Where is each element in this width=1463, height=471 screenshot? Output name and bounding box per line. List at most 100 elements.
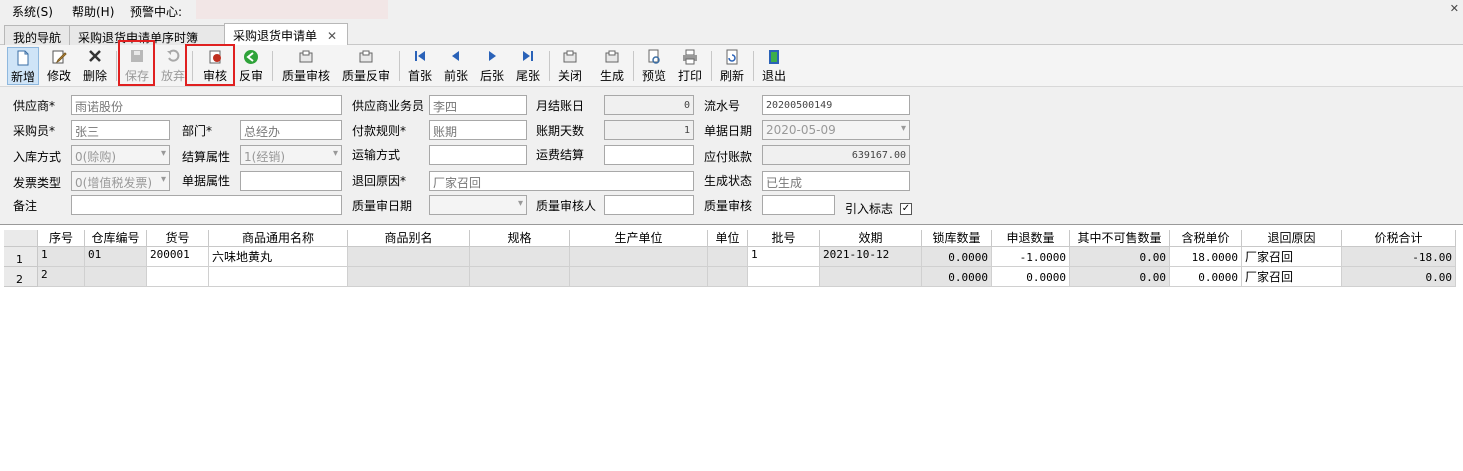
grid-cell[interactable]: 0.00 xyxy=(1342,267,1456,287)
grid-cell[interactable]: 六味地黄丸 xyxy=(209,247,348,267)
supplier-field[interactable]: 雨诺股份 xyxy=(71,95,342,115)
settle-attr-select[interactable]: 1(经销) xyxy=(240,145,342,165)
grid-cell[interactable] xyxy=(570,247,708,267)
grid-header[interactable]: 申退数量 xyxy=(992,230,1070,247)
new-document-icon xyxy=(15,50,31,66)
grid-header[interactable]: 货号 xyxy=(147,230,209,247)
quality-unaudit-button[interactable]: 质量反审 xyxy=(338,47,394,85)
quality-audit-field[interactable] xyxy=(762,195,835,215)
tab-my-navigation[interactable]: 我的导航 xyxy=(4,25,70,45)
return-reason-field[interactable]: 厂家召回 xyxy=(429,171,694,191)
grid-cell[interactable] xyxy=(147,267,209,287)
edit-button[interactable]: 修改 xyxy=(43,47,75,85)
buyer-field[interactable]: 张三 xyxy=(71,120,170,140)
quality-audit-icon xyxy=(298,49,314,65)
supplier-staff-field[interactable]: 李四 xyxy=(429,95,527,115)
grid-cell[interactable] xyxy=(348,247,470,267)
grid-cell[interactable]: 0.00 xyxy=(1070,247,1170,267)
quality-date-field[interactable] xyxy=(429,195,527,215)
tab-return-request[interactable]: 采购退货申请单 ✕ xyxy=(224,23,348,46)
grid-cell[interactable]: 0.0000 xyxy=(922,267,992,287)
preview-button[interactable]: 预览 xyxy=(638,47,670,85)
exit-button[interactable]: 退出 xyxy=(758,47,790,85)
grid-cell[interactable] xyxy=(470,247,570,267)
stock-in-method-select[interactable]: 0(赊购) xyxy=(71,145,170,165)
grid-cell[interactable] xyxy=(470,267,570,287)
first-page-icon xyxy=(412,49,428,65)
row-header[interactable]: 1 xyxy=(4,247,38,267)
freight-field[interactable] xyxy=(604,145,694,165)
grid-cell[interactable]: 0.0000 xyxy=(1170,267,1242,287)
generate-button[interactable]: 生成 xyxy=(596,47,628,85)
grid-cell[interactable] xyxy=(85,267,147,287)
supplier-staff-label: 供应商业务员 xyxy=(352,99,425,113)
grid-header[interactable]: 其中不可售数量 xyxy=(1070,230,1170,247)
grid-header[interactable]: 仓库编号 xyxy=(85,230,147,247)
delete-button[interactable]: 删除 xyxy=(79,47,111,85)
menu-alert-center[interactable]: 预警中心: xyxy=(130,3,182,20)
grid-cell[interactable] xyxy=(748,267,820,287)
grid-cell[interactable]: 1 xyxy=(748,247,820,267)
row-header[interactable]: 2 xyxy=(4,267,38,287)
grid-cell[interactable]: 0.0000 xyxy=(922,247,992,267)
unaudit-button[interactable]: 反审 xyxy=(235,47,267,85)
prev-button[interactable]: 前张 xyxy=(440,47,472,85)
grid-cell[interactable]: -18.00 xyxy=(1342,247,1456,267)
grid-header[interactable]: 批号 xyxy=(748,230,820,247)
department-field[interactable]: 总经办 xyxy=(240,120,342,140)
grid-cell[interactable]: 厂家召回 xyxy=(1242,267,1342,287)
grid-cell[interactable] xyxy=(820,267,922,287)
grid-cell[interactable]: 0.0000 xyxy=(992,267,1070,287)
window-close-icon[interactable]: ✕ xyxy=(1450,2,1459,15)
new-label: 新增 xyxy=(10,70,35,84)
transport-field[interactable] xyxy=(429,145,527,165)
last-button[interactable]: 尾张 xyxy=(512,47,544,85)
grid-cell[interactable]: -1.0000 xyxy=(992,247,1070,267)
grid-cell[interactable] xyxy=(708,267,748,287)
grid-cell[interactable]: 厂家召回 xyxy=(1242,247,1342,267)
close-button[interactable]: 关闭 xyxy=(554,47,586,85)
tab-close-icon[interactable]: ✕ xyxy=(327,29,337,43)
remark-field[interactable] xyxy=(71,195,342,215)
grid-cell[interactable] xyxy=(348,267,470,287)
grid-header[interactable]: 单位 xyxy=(708,230,748,247)
grid-cell[interactable]: 2021-10-12 xyxy=(820,247,922,267)
serial-no-field[interactable]: 20200500149 xyxy=(762,95,910,115)
grid-header[interactable]: 锁库数量 xyxy=(922,230,992,247)
refresh-button[interactable]: 刷新 xyxy=(716,47,748,85)
quality-audit-button[interactable]: 质量审核 xyxy=(278,47,334,85)
doc-date-field[interactable]: 2020-05-09 xyxy=(762,120,910,140)
grid-header[interactable]: 效期 xyxy=(820,230,922,247)
import-flag-checkbox[interactable]: ✓ xyxy=(900,203,912,215)
grid-cell[interactable] xyxy=(570,267,708,287)
grid-header[interactable]: 价税合计 xyxy=(1342,230,1456,247)
grid-header[interactable]: 含税单价 xyxy=(1170,230,1242,247)
quality-auditor-field[interactable] xyxy=(604,195,694,215)
menu-help[interactable]: 帮助(H) xyxy=(72,3,114,20)
grid-header[interactable]: 序号 xyxy=(38,230,85,247)
grid-header[interactable]: 生产单位 xyxy=(570,230,708,247)
menu-system[interactable]: 系统(S) xyxy=(12,3,53,20)
grid-cell[interactable] xyxy=(708,247,748,267)
grid-cell[interactable]: 2 xyxy=(38,267,85,287)
payment-rule-field[interactable]: 账期 xyxy=(429,120,527,140)
grid-header[interactable]: 规格 xyxy=(470,230,570,247)
grid-cell[interactable]: 01 xyxy=(85,247,147,267)
first-button[interactable]: 首张 xyxy=(404,47,436,85)
grid-cell[interactable] xyxy=(209,267,348,287)
invoice-type-select[interactable]: 0(增值税发票) xyxy=(71,171,170,191)
detail-grid: 序号 仓库编号 货号 商品通用名称 商品别名 规格 生产单位 单位 批号 效期 锁库数量 申退数量 其中… xyxy=(0,224,1463,471)
grid-header[interactable]: 商品通用名称 xyxy=(209,230,348,247)
remark-label: 备注 xyxy=(13,199,38,213)
next-button[interactable]: 后张 xyxy=(476,47,508,85)
grid-cell[interactable]: 18.0000 xyxy=(1170,247,1242,267)
print-button[interactable]: 打印 xyxy=(674,47,706,85)
grid-header[interactable]: 退回原因 xyxy=(1242,230,1342,247)
grid-cell[interactable]: 200001 xyxy=(147,247,209,267)
doc-attr-field[interactable] xyxy=(240,171,342,191)
grid-cell[interactable]: 0.00 xyxy=(1070,267,1170,287)
grid-header[interactable]: 商品别名 xyxy=(348,230,470,247)
exit-door-icon xyxy=(766,49,782,65)
grid-cell[interactable]: 1 xyxy=(38,247,85,267)
new-button[interactable]: 新增 xyxy=(7,47,39,85)
